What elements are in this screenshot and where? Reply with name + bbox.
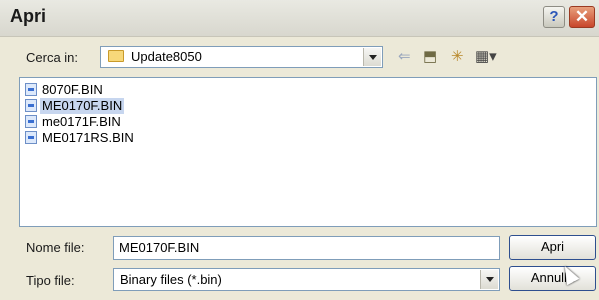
view-menu-icon[interactable]: ▦▾ [475, 48, 497, 66]
look-in-combo[interactable]: Update8050 [100, 46, 383, 68]
title-bar: Apri ? ✕ [0, 0, 599, 37]
filetype-select[interactable]: Binary files (*.bin) [113, 268, 500, 291]
open-button[interactable]: Apri [509, 235, 596, 260]
look-in-value: Update8050 [131, 49, 202, 64]
new-folder-icon[interactable]: ✳ [451, 48, 464, 66]
back-icon[interactable]: ⇐ [398, 48, 411, 66]
chevron-down-icon[interactable] [363, 48, 381, 66]
folder-icon [108, 50, 124, 62]
file-name: ME0171RS.BIN [42, 130, 134, 145]
file-name: 8070F.BIN [42, 82, 103, 97]
filename-label: Nome file: [26, 240, 85, 255]
filename-input[interactable]: ME0170F.BIN [113, 236, 500, 260]
close-button[interactable]: ✕ [569, 6, 595, 28]
help-button[interactable]: ? [543, 6, 565, 28]
file-name: ME0170F.BIN [40, 98, 125, 114]
file-icon [25, 99, 37, 112]
look-in-label: Cerca in: [26, 50, 79, 65]
file-icon [25, 83, 37, 96]
filetype-label: Tipo file: [26, 273, 75, 288]
cancel-button[interactable]: Annulla [509, 266, 596, 291]
window-title: Apri [10, 6, 46, 26]
up-folder-icon[interactable]: ⬒ [423, 48, 437, 66]
file-icon [25, 115, 37, 128]
file-icon [25, 131, 37, 144]
filetype-value: Binary files (*.bin) [120, 272, 222, 287]
file-list[interactable]: 8070F.BIN ME0170F.BIN me0171F.BIN ME0171… [19, 77, 597, 227]
chevron-down-icon[interactable] [480, 270, 498, 289]
file-name: me0171F.BIN [42, 114, 121, 129]
